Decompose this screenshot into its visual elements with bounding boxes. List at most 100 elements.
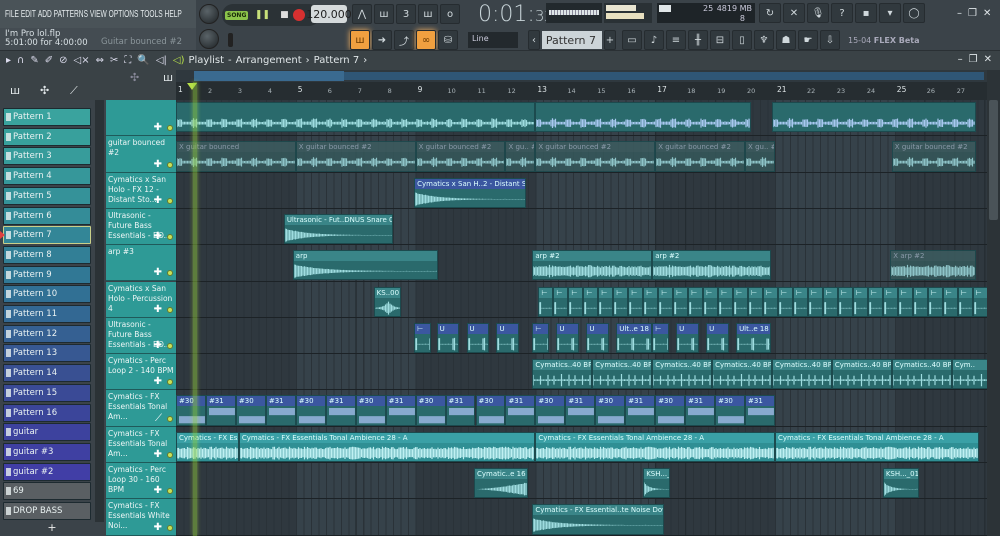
playlist-clip[interactable]: X guitar bounced #2 (891, 141, 976, 172)
playlist-clip[interactable]: ⊢ (748, 286, 763, 317)
track-enable-led[interactable] (167, 197, 173, 204)
track-header[interactable]: Cymatics - FX Essentials Tonal Am... ⟋ (106, 390, 176, 427)
timeline-overview[interactable] (176, 70, 987, 82)
master-pitch-knob[interactable] (199, 29, 219, 49)
metronome-icon[interactable]: ⋀ (352, 4, 372, 24)
playlist-clip[interactable]: ⊢ (613, 286, 629, 317)
playlist-clip[interactable]: #31 (385, 395, 416, 426)
playlist-clip[interactable]: ⊢ (535, 102, 752, 133)
link-icon[interactable]: ∞ (416, 30, 436, 50)
time-display[interactable]: 0:01:32 (478, 2, 554, 27)
track-header[interactable]: Ultrasonic - Future Bass Essentials - BO… (106, 208, 176, 246)
playlist-clip[interactable]: ⊢ (822, 286, 838, 317)
playlist-clip[interactable]: KSH..._01 (882, 468, 919, 499)
playlist-clip[interactable]: X guitar bounced #2 (415, 141, 506, 172)
playlist-clip[interactable]: X arp #2 (890, 250, 976, 281)
track-header[interactable]: Cymatics - Perc Loop 2 - 140 BPM ✚ (106, 354, 176, 391)
playlist-clip[interactable]: ⊢ (568, 286, 584, 317)
playlist-close-icon[interactable]: ✕ (984, 54, 992, 65)
zoom-icon[interactable]: 🔍 (137, 55, 149, 66)
pattern-track-icon[interactable]: ш (163, 71, 173, 84)
playlist-clip[interactable]: Cymatics..40 BPM (891, 359, 952, 390)
playlist-clip[interactable]: ⊢ (882, 286, 898, 317)
pattern-item[interactable]: Pattern 12 (3, 324, 91, 343)
playlist-clip[interactable]: #31 (745, 395, 775, 426)
playlist-clip[interactable]: U (496, 322, 519, 354)
playlist-menu-icon[interactable]: ▸ (6, 55, 11, 66)
render-icon[interactable]: ▾ (879, 3, 901, 23)
playlist-clip[interactable]: ⊢ (658, 286, 674, 317)
playlist-clip[interactable]: X gu.. #3 (745, 141, 775, 172)
pattern-item[interactable]: Pattern 4 (3, 167, 91, 186)
playlist-clip[interactable]: ⊢ (652, 322, 669, 354)
playlist-clip[interactable]: ⊢ (763, 286, 778, 317)
playlist-clip[interactable]: #30 (295, 395, 326, 426)
project-notes-icon[interactable]: ▯ (732, 30, 752, 50)
mute-icon[interactable]: ◁× (74, 55, 90, 66)
save-icon[interactable]: ▪ (855, 3, 877, 23)
add-pattern-button[interactable]: + (604, 30, 616, 50)
playlist-clip[interactable]: X guitar bounced #2 (535, 141, 656, 172)
pattern-item[interactable]: Pattern 9 (3, 265, 91, 284)
playlist-clip[interactable]: ⊢ (777, 286, 793, 317)
track-enable-led[interactable] (167, 270, 173, 277)
play-pause-button[interactable]: ❚❚ (254, 7, 270, 23)
track-enable-led[interactable] (167, 379, 173, 386)
playlist-clip[interactable]: Ultrasonic - Fut..DNUS Snare 01 #2 (283, 213, 394, 245)
track-header[interactable]: Ultrasonic - Future Bass Essentials - BO… (106, 317, 176, 355)
playlist-clip[interactable]: ⊢ (942, 286, 958, 317)
playback-icon[interactable]: ◁| (156, 55, 167, 66)
playlist-clip[interactable]: Cymatics - FX Essential..te Noise Downli… (532, 504, 665, 535)
playlist-clip[interactable]: ⊢ (673, 286, 689, 317)
pattern-item[interactable]: Pattern 2 (3, 127, 91, 146)
track-add-icon[interactable]: ✚ (154, 377, 162, 387)
playlist-clip[interactable]: #31 (325, 395, 356, 426)
performance-icon[interactable]: ☗ (776, 30, 796, 50)
track-add-icon[interactable]: ✚ (154, 268, 162, 278)
playlist-clip[interactable]: Cym.. (951, 359, 987, 390)
playlist-clip[interactable]: X guitar bounced #2 (655, 141, 746, 172)
audio-filter-icon[interactable]: ✣ (40, 84, 49, 97)
menu-help[interactable]: HELP (165, 8, 182, 20)
delete-icon[interactable]: ⊘ (59, 55, 67, 66)
playlist-clip[interactable]: Ult..e 18 (616, 322, 653, 354)
playlist-clip[interactable]: X gu.. #3 (505, 141, 536, 172)
playlist-clip[interactable]: arp (292, 250, 439, 281)
pattern-item[interactable]: Pattern 16 (3, 403, 91, 422)
pattern-item[interactable]: Pattern 13 (3, 344, 91, 363)
playlist-clip[interactable]: arp #2 (652, 250, 771, 281)
playlist-clip[interactable]: ⊢ (598, 286, 614, 317)
pattern-item[interactable]: Pattern 11 (3, 305, 91, 323)
playlist-clip[interactable]: Cymatics - FX Essentials Tonal Ambience … (238, 431, 536, 462)
track-add-icon[interactable]: ✚ (154, 341, 162, 351)
playlist-clip[interactable]: Cymatics..40 BPM (831, 359, 892, 390)
browser-icon[interactable]: ⊟ (710, 30, 730, 50)
channel-rack-icon[interactable]: ≡ (666, 30, 686, 50)
playlist-clip[interactable]: ⊢ (912, 286, 928, 317)
tempo-field[interactable]: 120.000 (306, 5, 352, 23)
playlist-clip[interactable]: ⊢ (927, 286, 943, 317)
playlist-clip[interactable]: ⊢ (772, 102, 976, 133)
playlist-clip[interactable]: Cymatics..40 BPM (652, 359, 713, 390)
arrow-icon[interactable]: ➜ (372, 30, 392, 50)
playlist-clip[interactable]: Cymatics - FX Essentials Tonal Ambience … (775, 431, 979, 462)
pattern-selector[interactable]: Pattern 7 (542, 31, 602, 49)
playlist-clip[interactable]: ⊢ (972, 286, 987, 317)
pattern-item[interactable]: Pattern 7 (0, 226, 91, 245)
playlist-clip[interactable]: Cymatics..40 BPM (532, 359, 593, 390)
playlist-clip[interactable]: #31 (565, 395, 596, 426)
track-add-icon[interactable]: ✚ (154, 123, 162, 133)
plugin-news[interactable]: 15-04 FLEX Beta (848, 36, 928, 45)
menu-patterns[interactable]: PATTERNS (54, 8, 88, 20)
pencil-icon[interactable]: ✎ (30, 55, 38, 66)
automation-icon[interactable]: ⟋ (155, 413, 162, 424)
playlist-clip[interactable]: ⊢ (583, 286, 599, 317)
add-pattern-plus[interactable]: + (0, 522, 104, 536)
pattern-item[interactable]: Pattern 8 (3, 245, 91, 264)
playlist-clip[interactable]: #31 (265, 395, 296, 426)
playlist-clip[interactable]: #30 (355, 395, 386, 426)
stamp-icon[interactable]: ⛁ (438, 30, 458, 50)
vertical-scrollbar[interactable] (987, 70, 1000, 536)
magnet-icon[interactable]: ∩ (17, 55, 24, 66)
timeline-ruler[interactable]: 1 2 3 4 5 6 7 8 9 10 11 12 13 14 15 16 17 18 19 20 21 22 23 24 2… (176, 82, 995, 100)
